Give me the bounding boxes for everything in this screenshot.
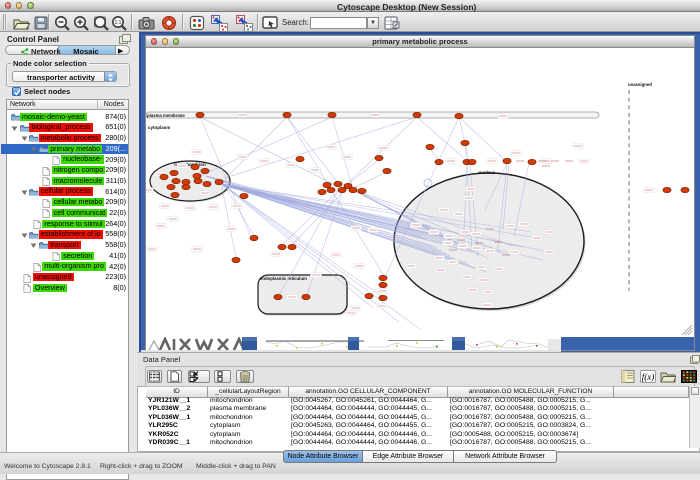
svg-text:nucleus: nucleus [478, 170, 496, 175]
svg-text:cytoplasm: cytoplasm [148, 125, 170, 130]
svg-text:1:1: 1:1 [115, 20, 122, 26]
svg-text:unassigned: unassigned [628, 82, 652, 87]
svg-text:endoplasmic reticulum: endoplasmic reticulum [260, 276, 307, 281]
svg-text:plasma membrane: plasma membrane [147, 113, 185, 118]
